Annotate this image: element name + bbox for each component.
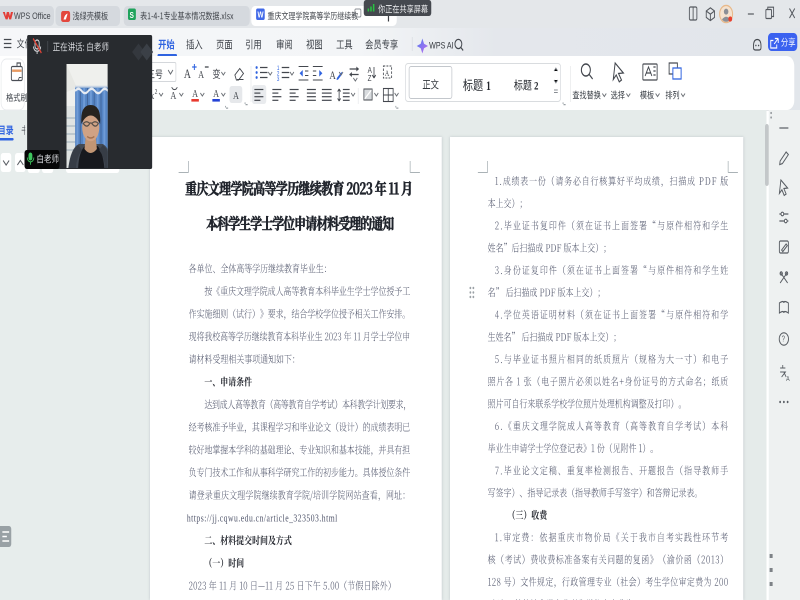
svg-text:A: A <box>213 88 219 100</box>
svg-text:WPS AI: WPS AI <box>429 39 453 50</box>
svg-text:WPS Office: WPS Office <box>14 10 51 21</box>
svg-text:3: 3 <box>277 76 280 83</box>
svg-text:S: S <box>130 10 134 20</box>
svg-text:https://jj.cqwu.edu.cn/article: https://jj.cqwu.edu.cn/article_323503.ht… <box>187 512 338 523</box>
svg-text:A: A <box>786 375 790 383</box>
svg-text:A: A <box>385 69 390 78</box>
svg-text:...: ... <box>344 11 350 21</box>
svg-text:W: W <box>258 10 265 20</box>
svg-text:A: A <box>192 88 198 100</box>
svg-text:?: ? <box>782 336 785 344</box>
svg-text:2: 2 <box>534 80 538 92</box>
svg-text:A: A <box>329 70 336 82</box>
svg-text:A: A <box>184 68 192 82</box>
svg-text:A: A <box>198 69 204 81</box>
svg-text:1: 1 <box>486 80 491 94</box>
svg-text:Z: Z <box>368 73 372 83</box>
svg-text:A: A <box>233 90 239 102</box>
svg-text:A: A <box>170 90 176 102</box>
svg-text:2: 2 <box>155 88 158 96</box>
